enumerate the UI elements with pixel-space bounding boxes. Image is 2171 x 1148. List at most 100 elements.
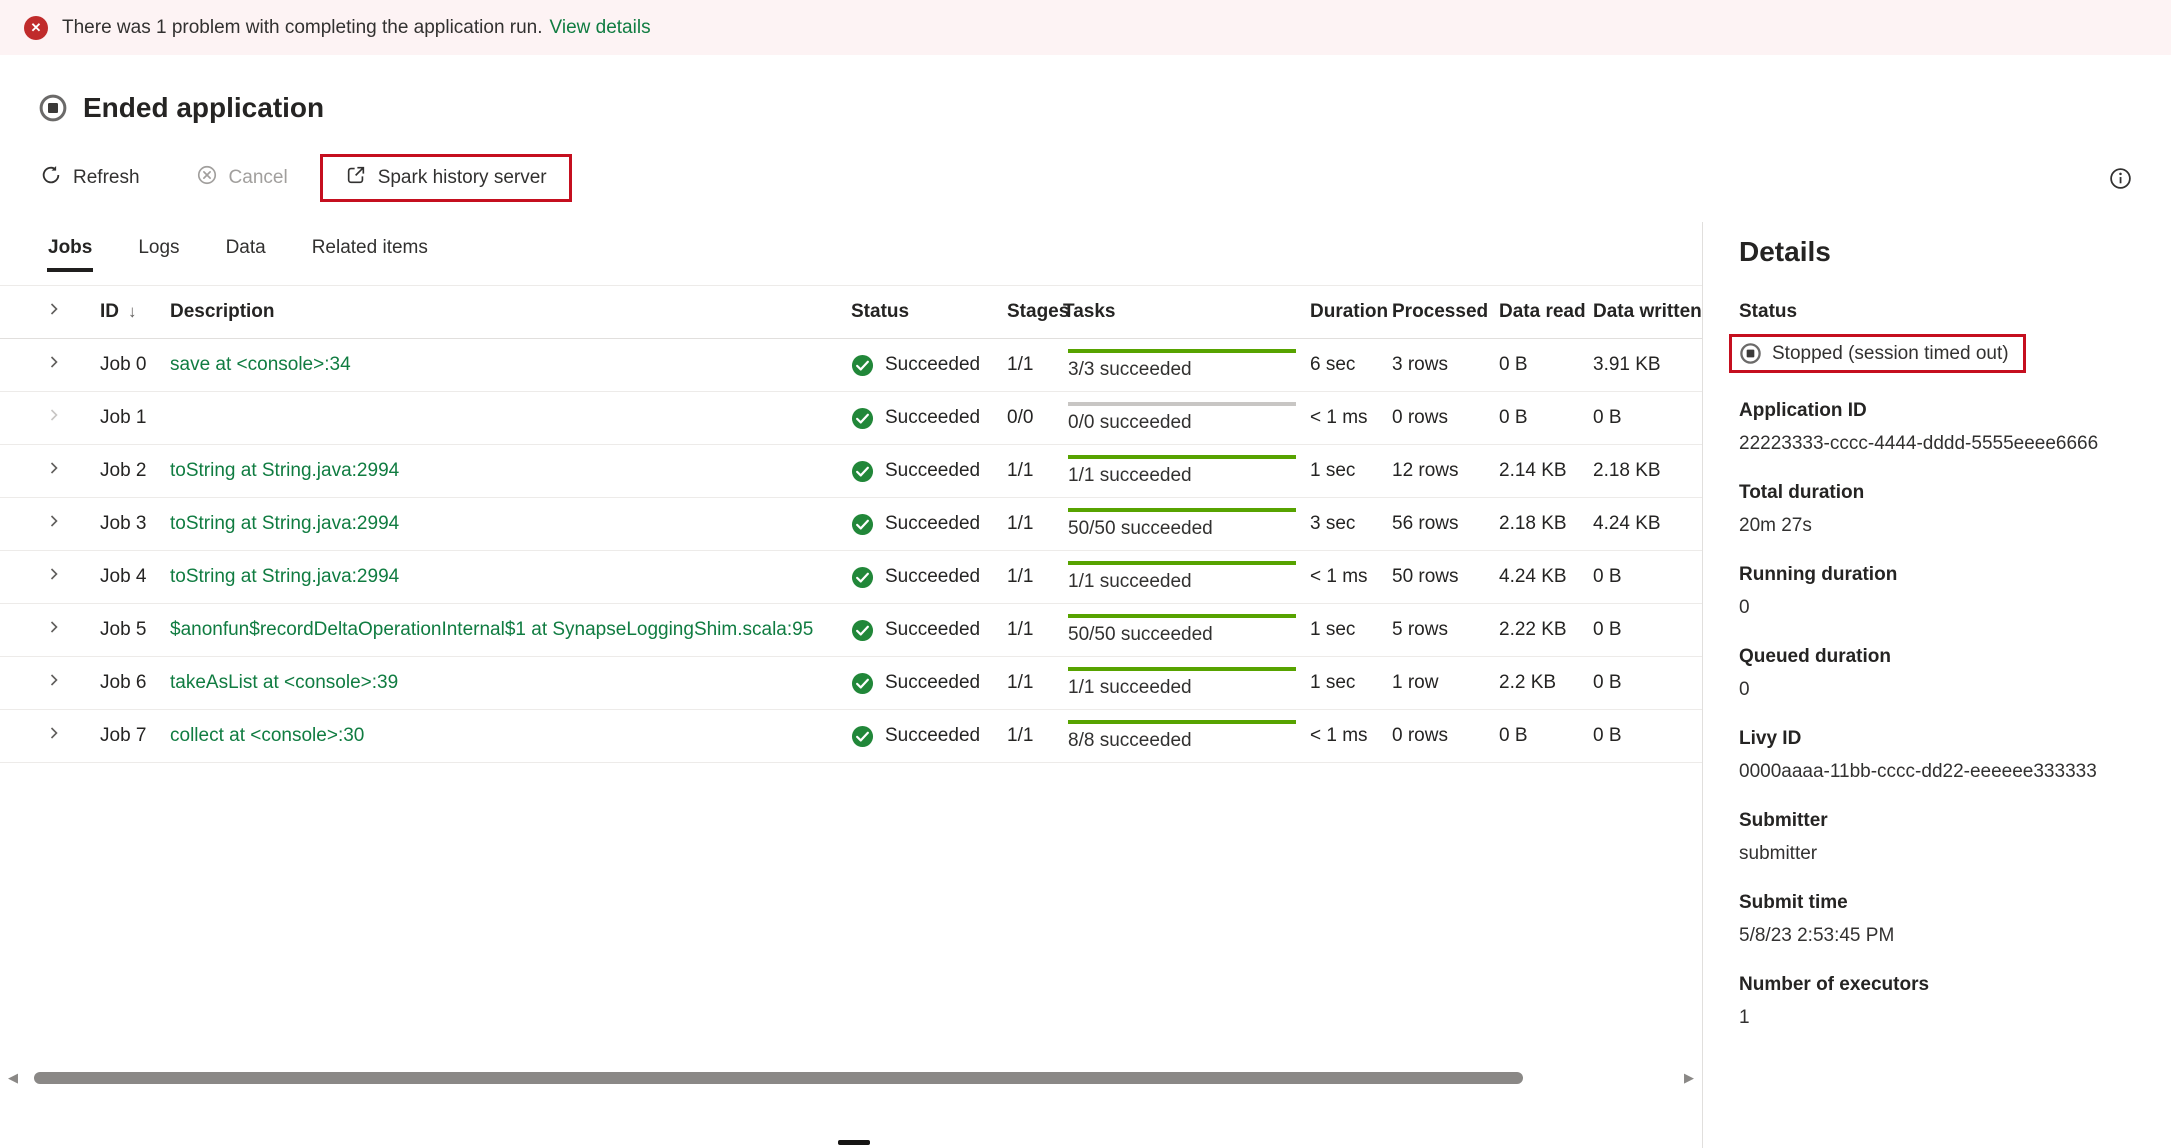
job-data-written: 4.24 KB: [1593, 513, 1702, 535]
table-row: Job 6 takeAsList at <console>:39 Succeed…: [0, 657, 1702, 710]
job-processed: 3 rows: [1392, 354, 1499, 376]
detail-field-running-duration: Running duration 0: [1739, 564, 2171, 619]
job-id: Job 5: [100, 619, 170, 641]
job-tasks: 50/50 succeeded: [1055, 614, 1310, 646]
tab-related-items[interactable]: Related items: [311, 237, 429, 272]
tab-data[interactable]: Data: [225, 237, 267, 272]
job-data-read: 0 B: [1499, 407, 1593, 429]
job-duration: < 1 ms: [1310, 725, 1392, 747]
scroll-right-arrow[interactable]: ▶: [1676, 1070, 1702, 1086]
job-status: Succeeded: [851, 566, 1007, 589]
horizontal-scrollbar[interactable]: ◀ ▶: [0, 1066, 1702, 1090]
column-header-id[interactable]: ID ↓: [100, 301, 170, 323]
table-row: Job 4 toString at String.java:2994 Succe…: [0, 551, 1702, 604]
spark-history-highlight-box: Spark history server: [320, 154, 572, 202]
job-description-link[interactable]: takeAsList at <console>:39: [170, 672, 398, 693]
status-text: Succeeded: [885, 513, 980, 535]
tasks-progress-fill: [1068, 667, 1296, 671]
scrollbar-track[interactable]: [26, 1071, 1676, 1085]
scroll-left-arrow[interactable]: ◀: [0, 1070, 26, 1086]
column-header-data-written[interactable]: Data written: [1593, 301, 1702, 323]
column-header-description[interactable]: Description: [170, 301, 851, 323]
job-description-link[interactable]: collect at <console>:30: [170, 725, 364, 746]
job-tasks: 1/1 succeeded: [1055, 667, 1310, 699]
row-expand-chevron[interactable]: [46, 725, 62, 741]
job-data-read: 0 B: [1499, 725, 1593, 747]
job-processed: 0 rows: [1392, 725, 1499, 747]
column-header-duration[interactable]: Duration: [1310, 301, 1392, 323]
job-data-written: 3.91 KB: [1593, 354, 1702, 376]
job-description-link[interactable]: toString at String.java:2994: [170, 566, 399, 587]
job-processed: 5 rows: [1392, 619, 1499, 641]
table-header-row: ID ↓ Description Status Stages Tasks Dur…: [0, 285, 1702, 339]
detail-field-submitter: Submitter submitter: [1739, 810, 2171, 865]
expand-all-chevron[interactable]: [46, 301, 62, 317]
bottom-center-dash: [838, 1140, 870, 1145]
view-details-link[interactable]: View details: [550, 17, 651, 39]
job-tasks: 0/0 succeeded: [1055, 402, 1310, 434]
column-header-tasks[interactable]: Tasks: [1055, 301, 1310, 323]
detail-field-application-id: Application ID 22223333-cccc-4444-dddd-5…: [1739, 400, 2171, 455]
job-description-link[interactable]: toString at String.java:2994: [170, 513, 399, 534]
job-id: Job 6: [100, 672, 170, 694]
job-description-link[interactable]: toString at String.java:2994: [170, 460, 399, 481]
succeeded-check-icon: [851, 354, 874, 377]
tasks-progress-bar: [1068, 402, 1296, 406]
refresh-button[interactable]: Refresh: [26, 156, 154, 200]
job-processed: 56 rows: [1392, 513, 1499, 535]
column-header-processed[interactable]: Processed: [1392, 301, 1499, 323]
job-data-written: 0 B: [1593, 672, 1702, 694]
job-description-link[interactable]: $anonfun$recordDeltaOperationInternal$1 …: [170, 619, 813, 640]
info-icon[interactable]: [2108, 166, 2133, 191]
scrollbar-thumb[interactable]: [34, 1072, 1523, 1084]
job-status: Succeeded: [851, 354, 1007, 377]
job-stages: 1/1: [1007, 619, 1055, 641]
row-expand-chevron[interactable]: [46, 566, 62, 582]
job-status: Succeeded: [851, 460, 1007, 483]
spark-history-server-button[interactable]: Spark history server: [331, 156, 561, 200]
job-description-link[interactable]: save at <console>:34: [170, 354, 351, 375]
status-text: Succeeded: [885, 725, 980, 747]
job-tasks: 50/50 succeeded: [1055, 508, 1310, 540]
status-text: Succeeded: [885, 566, 980, 588]
row-expand-chevron[interactable]: [46, 354, 62, 370]
tasks-text: 50/50 succeeded: [1068, 518, 1296, 540]
error-message: There was 1 problem with completing the …: [62, 17, 543, 39]
detail-field-queued-duration: Queued duration 0: [1739, 646, 2171, 701]
job-data-written: 0 B: [1593, 407, 1702, 429]
job-status: Succeeded: [851, 725, 1007, 748]
row-expand-chevron[interactable]: [46, 460, 62, 476]
job-duration: 1 sec: [1310, 672, 1392, 694]
column-header-stages[interactable]: Stages: [1007, 301, 1055, 323]
column-header-status[interactable]: Status: [851, 301, 1007, 323]
tasks-progress-fill: [1068, 614, 1296, 618]
tab-jobs[interactable]: Jobs: [47, 237, 93, 272]
column-header-data-read[interactable]: Data read: [1499, 301, 1593, 323]
cancel-button[interactable]: Cancel: [182, 156, 302, 200]
row-expand-chevron[interactable]: [46, 672, 62, 688]
row-expand-chevron[interactable]: [46, 407, 62, 423]
tasks-progress-bar: [1068, 667, 1296, 671]
tasks-progress-fill: [1068, 720, 1296, 724]
job-data-read: 2.22 KB: [1499, 619, 1593, 641]
job-id: Job 7: [100, 725, 170, 747]
job-stages: 1/1: [1007, 672, 1055, 694]
detail-field-submit-time: Submit time 5/8/23 2:53:45 PM: [1739, 892, 2171, 947]
error-icon: ✕: [24, 16, 48, 40]
detail-field-number-of-executors: Number of executors 1: [1739, 974, 2171, 1029]
job-duration: 6 sec: [1310, 354, 1392, 376]
tasks-progress-bar: [1068, 561, 1296, 565]
status-label: Status: [1739, 301, 2171, 323]
status-text: Succeeded: [885, 460, 980, 482]
job-id: Job 2: [100, 460, 170, 482]
job-stages: 1/1: [1007, 566, 1055, 588]
stopped-icon: [38, 93, 68, 123]
tasks-progress-bar: [1068, 455, 1296, 459]
job-stages: 1/1: [1007, 725, 1055, 747]
tab-logs[interactable]: Logs: [137, 237, 180, 272]
job-data-read: 4.24 KB: [1499, 566, 1593, 588]
job-tasks: 3/3 succeeded: [1055, 349, 1310, 381]
row-expand-chevron[interactable]: [46, 513, 62, 529]
row-expand-chevron[interactable]: [46, 619, 62, 635]
succeeded-check-icon: [851, 407, 874, 430]
